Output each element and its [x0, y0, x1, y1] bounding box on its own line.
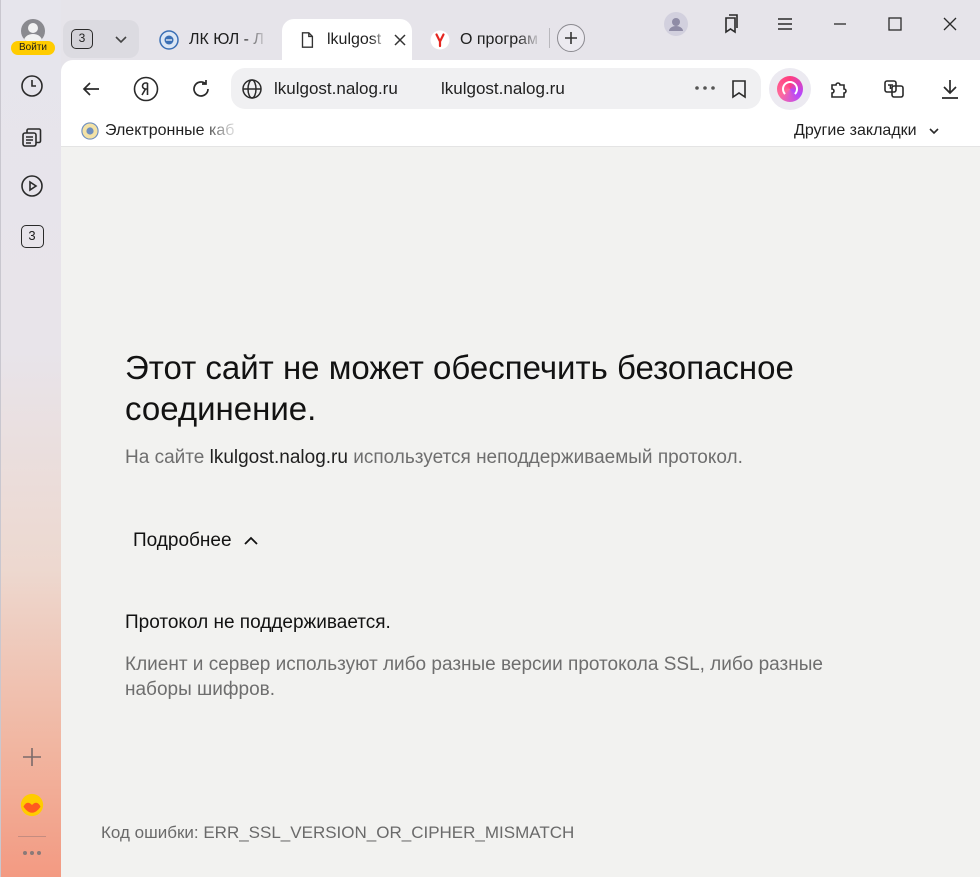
add-icon [23, 748, 41, 766]
download-icon [942, 80, 958, 99]
reload-icon [193, 80, 209, 97]
menu-button[interactable] [770, 10, 800, 38]
more-icon [23, 851, 41, 855]
browser-pane: lkulgost.nalog.ru lkulgost.nalog.ru Элек… [61, 60, 980, 877]
chevron-up-icon [243, 536, 258, 545]
yandex-icon [430, 30, 450, 50]
tab-lk-ul[interactable]: ЛК ЮЛ - Л [159, 19, 267, 60]
extensions-button[interactable] [825, 74, 855, 104]
close-icon [943, 17, 957, 31]
yandex-button[interactable] [131, 74, 161, 104]
maximize-button[interactable] [880, 10, 910, 38]
error-desc-host: lkulgost.nalog.ru [209, 447, 348, 468]
sidebar-more-button[interactable] [19, 840, 45, 866]
arrow-left-icon [82, 82, 99, 96]
detail-text: Клиент и сервер используют либо разные в… [125, 654, 823, 700]
back-button[interactable] [76, 74, 106, 104]
tabs-counter-button[interactable]: 3 [19, 223, 45, 249]
nalog-emblem-icon [81, 122, 99, 140]
close-icon[interactable] [393, 33, 407, 47]
more-icon [695, 86, 715, 90]
bookmarks-bar: Электронные каб Другие закладки [61, 118, 980, 147]
history-button[interactable] [19, 73, 45, 99]
tab-label: О програм [460, 30, 538, 48]
bookmarks-stack-icon [725, 14, 738, 34]
clock-icon [21, 75, 43, 97]
toolbar: lkulgost.nalog.ru lkulgost.nalog.ru [61, 60, 980, 118]
bookmark-item[interactable]: Электронные каб [81, 122, 240, 140]
video-button[interactable] [19, 173, 45, 199]
yandex-logo-icon [133, 76, 159, 102]
page-icon [297, 30, 317, 50]
globe-icon[interactable] [241, 78, 263, 100]
tab-label: lkulgost [327, 30, 382, 48]
tab-about[interactable]: О програм [430, 19, 542, 60]
chevron-down-icon[interactable] [112, 30, 130, 48]
omnibox-domain: lkulgost.nalog.ru [274, 79, 398, 98]
collections-icon [22, 128, 42, 147]
error-desc-prefix: На сайте [125, 447, 205, 468]
tab-strip: 3 ЛК ЮЛ - Л lkulgost О програм [61, 0, 980, 62]
profile-button[interactable] [661, 10, 691, 38]
sidebar-divider [18, 836, 46, 837]
address-bar[interactable]: lkulgost.nalog.ru lkulgost.nalog.ru [231, 68, 761, 109]
add-sidebar-button[interactable] [19, 744, 45, 770]
chevron-down-icon [929, 128, 939, 135]
new-tab-button[interactable] [557, 24, 585, 52]
login-button[interactable]: Войти [10, 19, 56, 57]
reload-button[interactable] [186, 74, 216, 104]
plus-icon [565, 32, 577, 44]
collections-toolbar-button[interactable] [715, 10, 745, 38]
details-label: Подробнее [133, 530, 232, 551]
yandex-mail-icon [20, 793, 44, 817]
error-title: Этот сайт не может обеспечить безопасное… [125, 349, 794, 427]
downloads-button[interactable] [935, 74, 965, 104]
alice-icon [777, 76, 803, 102]
hamburger-icon [778, 18, 792, 30]
tab-counter[interactable]: 3 [71, 29, 93, 49]
error-description: На сайте lkulgost.nalog.ru используется … [125, 447, 743, 469]
profile-icon [664, 12, 688, 36]
translate-icon [884, 80, 904, 98]
nalog-emblem-icon [159, 29, 179, 50]
yandex-mail-button[interactable] [19, 792, 45, 818]
omnibox-more-button[interactable] [693, 77, 717, 99]
omnibox-url[interactable]: lkulgost.nalog.ru [441, 79, 565, 99]
alice-button[interactable] [769, 68, 811, 110]
translate-button[interactable] [879, 74, 909, 104]
bookmark-label: Электронные каб [105, 122, 235, 139]
other-bookmarks-label: Другие закладки [794, 122, 917, 139]
user-avatar-icon [21, 19, 45, 43]
close-window-button[interactable] [935, 10, 965, 38]
collections-button[interactable] [19, 124, 45, 150]
detail-heading: Протокол не поддерживается. [125, 612, 391, 633]
video-play-icon [21, 175, 43, 197]
minimize-icon [834, 23, 846, 25]
minimize-button[interactable] [825, 10, 855, 38]
puzzle-icon [831, 82, 847, 98]
tabs-counter-icon: 3 [20, 224, 44, 248]
tab-label: ЛК ЮЛ - Л [189, 30, 264, 48]
login-label: Войти [11, 41, 55, 55]
error-desc-suffix: используется неподдерживаемый протокол. [353, 447, 743, 468]
tab-lkulgost[interactable]: lkulgost [282, 19, 412, 60]
details-toggle-button[interactable]: Подробнее [133, 527, 260, 555]
error-code: Код ошибки: ERR_SSL_VERSION_OR_CIPHER_MI… [101, 823, 575, 842]
left-sidebar: Войти 3 [0, 0, 61, 877]
maximize-icon [888, 17, 902, 31]
tab-separator [549, 28, 550, 48]
other-bookmarks-button[interactable]: Другие закладки [794, 122, 941, 140]
add-bookmark-button[interactable] [727, 77, 751, 101]
bookmark-icon [732, 80, 746, 99]
tab-group-control[interactable]: 3 [63, 20, 139, 58]
